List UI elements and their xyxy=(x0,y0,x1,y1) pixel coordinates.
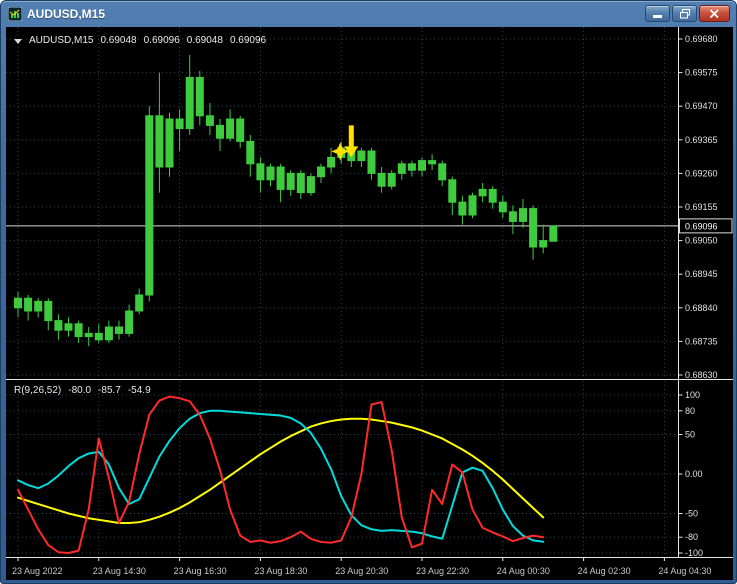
time-axis-label: 24 Aug 04:30 xyxy=(658,566,711,576)
indicator-axis-label: -100 xyxy=(685,548,703,558)
minimize-icon xyxy=(653,14,662,18)
price-axis-label: 0.69470 xyxy=(685,101,718,111)
price-axis-label: 0.69365 xyxy=(685,135,718,145)
close-button[interactable] xyxy=(699,5,730,22)
indicator-axis-label: -80 xyxy=(685,532,698,542)
window-icon xyxy=(7,6,23,22)
candle xyxy=(468,192,477,219)
time-axis-label: 24 Aug 02:30 xyxy=(578,566,631,576)
indicator-axis-label: 50 xyxy=(685,430,695,440)
candle xyxy=(306,173,315,196)
candle xyxy=(549,225,558,242)
close-icon xyxy=(709,8,719,18)
window-controls xyxy=(645,5,730,22)
bid-price-box: 0.69096 xyxy=(679,218,733,234)
chart-window: AUDUSD,M15 0.69680 0.69575 0.69470 0.69365 0… xyxy=(0,0,737,584)
restore-button[interactable] xyxy=(672,5,697,22)
minimize-button[interactable] xyxy=(645,5,670,22)
price-axis-label: 0.69155 xyxy=(685,202,718,212)
time-axis-label: 23 Aug 20:30 xyxy=(335,566,388,576)
time-axis-label: 24 Aug 00:30 xyxy=(497,566,550,576)
price-axis-label: 0.69260 xyxy=(685,168,718,178)
price-axis-label: 0.68735 xyxy=(685,336,718,346)
candle xyxy=(165,112,174,177)
price-axis-label: 0.69575 xyxy=(685,68,718,78)
time-axis-label: 23 Aug 22:30 xyxy=(416,566,469,576)
time-axis-label: 23 Aug 16:30 xyxy=(174,566,227,576)
window-title: AUDUSD,M15 xyxy=(27,7,106,21)
indicator-axis-label: 0.00 xyxy=(685,469,703,479)
time-axis-label: 23 Aug 2022 xyxy=(12,566,63,576)
price-axis-label: 0.68840 xyxy=(685,303,718,313)
candle xyxy=(145,106,154,302)
bid-price-label: 0.69096 xyxy=(685,221,718,231)
chart-client-area: 0.69680 0.69575 0.69470 0.69365 0.69260 0.691… xyxy=(6,27,733,580)
candle xyxy=(387,170,396,190)
price-axis-label: 0.69050 xyxy=(685,236,718,246)
symbol-dropdown-icon[interactable] xyxy=(14,38,22,44)
titlebar[interactable]: AUDUSD,M15 xyxy=(1,1,736,27)
price-axis-label: 0.68945 xyxy=(685,269,718,279)
time-axis-label: 23 Aug 14:30 xyxy=(93,566,146,576)
indicator-axis-label: 80 xyxy=(685,406,695,416)
chart-canvas[interactable]: 0.69680 0.69575 0.69470 0.69365 0.69260 0.691… xyxy=(6,27,733,580)
restore-icon xyxy=(679,9,690,19)
price-axis-label: 0.68630 xyxy=(685,370,718,380)
indicator-axis-label: -50 xyxy=(685,509,698,519)
indicator-axis-label: 100 xyxy=(685,390,700,400)
time-axis-label: 23 Aug 18:30 xyxy=(254,566,307,576)
price-axis-label: 0.69680 xyxy=(685,34,718,44)
